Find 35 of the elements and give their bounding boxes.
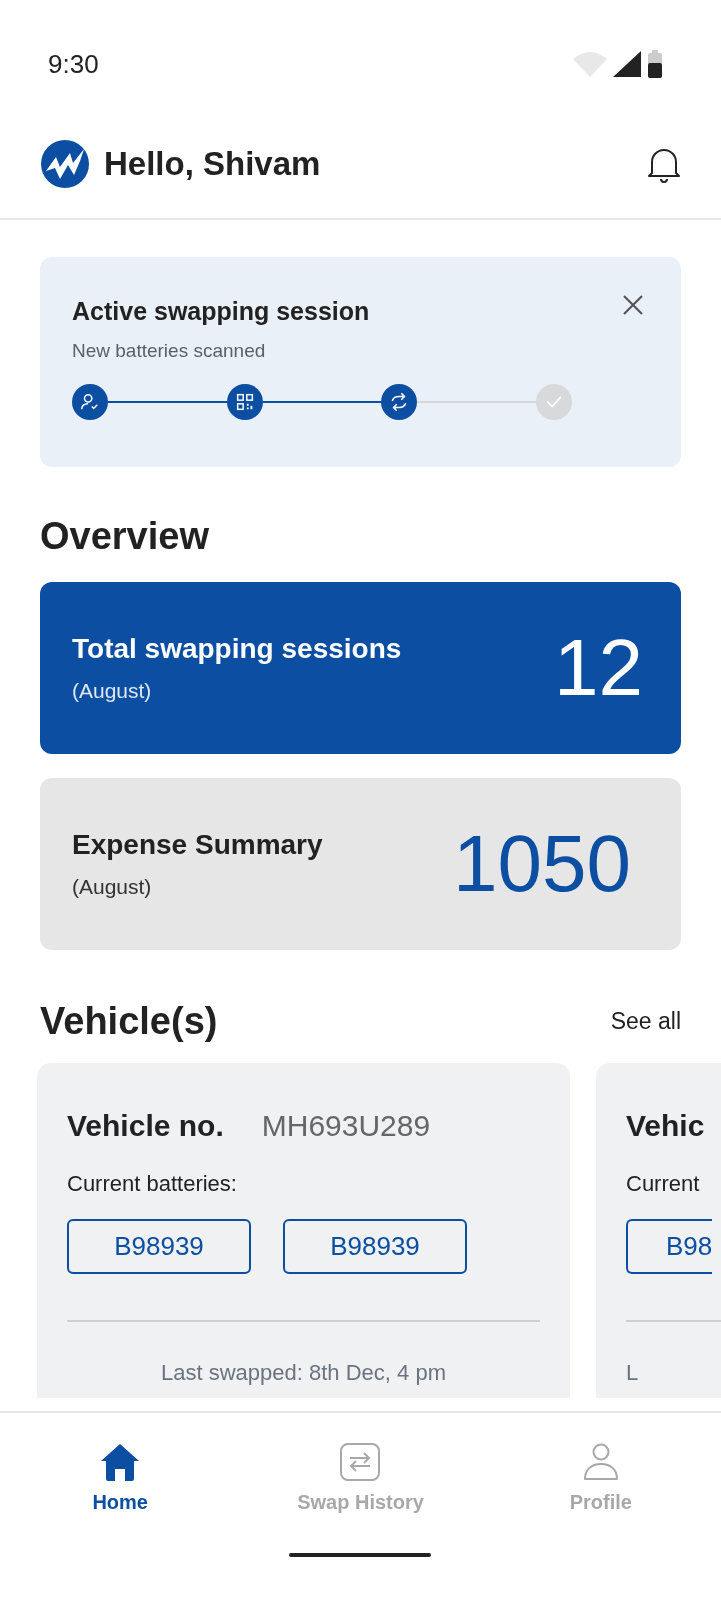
last-swapped: Last swapped: 8th Dec, 4 pm — [160, 1360, 447, 1386]
vehicle-label: Vehicle no. — [67, 1108, 224, 1144]
summary-period: (August) — [72, 679, 153, 703]
summary-card[interactable]: Total swapping sessions (August) 12 — [40, 582, 681, 754]
signal-icon — [613, 51, 641, 77]
nav-tab[interactable]: Home — [0, 1443, 241, 1514]
section-title: Vehicle(s) — [40, 1000, 218, 1043]
battery-icon — [647, 50, 663, 78]
vehicle-card[interactable]: Vehic Current B98 L — [596, 1063, 721, 1398]
see-all-link[interactable]: See all — [610, 1008, 681, 1035]
battery-chip[interactable]: B98 — [626, 1219, 713, 1274]
close-icon[interactable] — [621, 293, 645, 317]
section-title: Overview — [40, 515, 210, 558]
last-swapped: L — [626, 1360, 640, 1386]
vehicle-label: Vehic — [626, 1108, 705, 1144]
greeting: Hello, Shivam — [104, 145, 322, 183]
swap-icon — [340, 1443, 381, 1481]
status-time: 9:30 — [48, 48, 99, 80]
battery-chip[interactable]: B98939 — [283, 1219, 467, 1274]
vehicle-card[interactable]: Vehicle no. MH693U289 Current batteries: B98939 B98939 Last swapped: 8th Dec, 4 pm — [37, 1063, 570, 1398]
summary-label: Expense Summary — [72, 829, 324, 861]
battery-chip[interactable]: B98939 — [67, 1219, 251, 1274]
profile-icon — [582, 1443, 619, 1481]
summary-card[interactable]: Expense Summary (August) 1050 — [40, 778, 681, 950]
home-icon — [100, 1443, 141, 1481]
session-subtitle: New batteries scanned — [72, 340, 267, 362]
summary-value: 12 — [554, 622, 643, 714]
summary-value: 1050 — [453, 818, 631, 910]
batteries-label: Current — [626, 1171, 701, 1197]
summary-period: (August) — [72, 875, 153, 899]
logo-icon — [40, 139, 90, 189]
summary-label: Total swapping sessions — [72, 633, 403, 665]
batteries-label: Current batteries: — [67, 1171, 238, 1197]
session-title: Active swapping session — [72, 297, 370, 326]
vehicle-number: MH693U289 — [261, 1108, 431, 1144]
